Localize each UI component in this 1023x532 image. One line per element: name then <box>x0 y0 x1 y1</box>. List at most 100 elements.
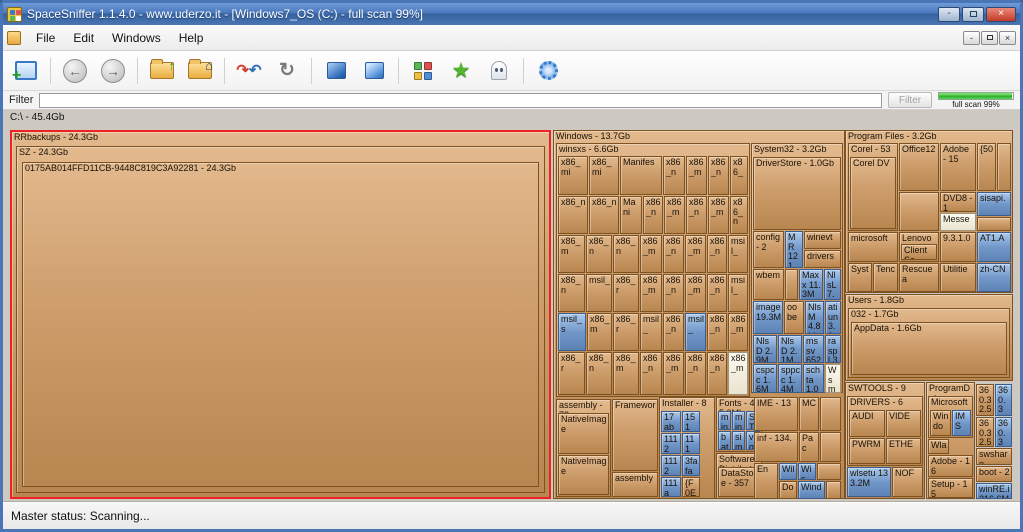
treemap-block[interactable]: MC <box>799 397 819 431</box>
treemap-block[interactable]: x86_m <box>685 274 706 312</box>
treemap-block[interactable]: x86_m <box>663 352 684 395</box>
treemap-block[interactable]: msil_s <box>558 313 586 351</box>
treemap-block[interactable]: x86_m <box>685 235 706 273</box>
treemap-block[interactable]: x86_r <box>613 313 639 351</box>
free-space-button[interactable] <box>319 55 353 87</box>
treemap-block[interactable]: Manifes <box>620 156 662 195</box>
treemap-block[interactable]: drivers <box>804 250 841 268</box>
forward-button[interactable]: → <box>96 55 130 87</box>
refresh-button[interactable]: ↻ <box>270 55 304 87</box>
treemap-block[interactable]: x86_m <box>664 196 685 234</box>
treemap-block[interactable]: x86_n <box>586 352 612 395</box>
treemap-block[interactable]: config - 2 <box>753 231 784 268</box>
treemap-block[interactable]: AUDI <box>849 410 885 437</box>
menu-item-windows[interactable]: Windows <box>103 28 170 48</box>
treemap-block[interactable]: VIDE <box>886 410 921 437</box>
treemap-block[interactable]: Wsm 4Kb <box>825 364 841 393</box>
treemap-block[interactable]: msil_ <box>586 274 612 312</box>
treemap-block[interactable]: Utilitie <box>940 263 976 292</box>
treemap-block[interactable]: Corel DV <box>850 157 896 229</box>
treemap-block[interactable]: AppData - 1.6Gb <box>851 322 1007 375</box>
treemap-block[interactable]: sisapi. <box>977 192 1011 216</box>
treemap-block[interactable]: x86_n <box>663 235 684 273</box>
mdi-minimize-button[interactable]: - <box>963 31 980 45</box>
treemap-block[interactable]: Windo <box>930 410 951 436</box>
treemap-block[interactable]: x86_n <box>613 235 639 273</box>
treemap-block[interactable]: x86_r <box>613 274 639 312</box>
treemap-block[interactable]: 0175AB014FFD11CB-9448C819C3A92281 - 24.3… <box>22 162 539 487</box>
treemap-block[interactable]: x86_ <box>730 156 748 195</box>
treemap-block[interactable]: 111a <box>661 477 681 497</box>
treemap-block[interactable]: x86_n <box>707 274 727 312</box>
treemap-block[interactable]: x86_m <box>640 235 662 273</box>
treemap-block[interactable]: x86_n <box>730 196 748 234</box>
treemap-block[interactable]: oobe <box>784 301 804 334</box>
mdi-restore-button[interactable] <box>981 31 998 45</box>
treemap-block[interactable]: bata <box>718 431 731 450</box>
treemap-block[interactable]: zh-CN <box>977 263 1011 292</box>
treemap-block[interactable]: 17ab <box>661 411 681 432</box>
treemap-block[interactable]: 1112 <box>661 455 681 476</box>
treemap-block[interactable]: NlsM 4.8M <box>805 301 824 334</box>
treemap-block[interactable]: msil_ <box>728 235 748 273</box>
treemap-block[interactable]: x86_m <box>640 274 662 312</box>
treemap-block[interactable]: Wis <box>798 463 816 480</box>
treemap-block[interactable] <box>826 481 841 499</box>
treemap-block[interactable]: 1112 <box>661 433 681 454</box>
close-button[interactable]: × <box>986 7 1016 22</box>
treemap-block[interactable]: MR 121 <box>785 231 803 268</box>
treemap-block[interactable]: 360.32.5 <box>976 417 994 447</box>
treemap-block[interactable]: NlsL 7.5M <box>824 269 841 300</box>
detail-button[interactable] <box>406 55 440 87</box>
minimize-button[interactable]: - <box>938 7 960 22</box>
treemap-block[interactable]: Rescue a <box>899 263 939 292</box>
treemap-block[interactable]: NOF <box>892 467 923 497</box>
treemap-block[interactable]: Wind <box>798 481 825 499</box>
treemap-block[interactable]: Messe <box>940 213 976 231</box>
treemap-block[interactable]: x86_n <box>586 235 612 273</box>
treemap-block[interactable]: Do <box>779 481 797 499</box>
menu-item-file[interactable]: File <box>27 28 64 48</box>
treemap-block[interactable] <box>977 217 1011 231</box>
treemap-block[interactable] <box>899 192 939 231</box>
treemap-block[interactable]: 151 <box>682 411 700 432</box>
treemap-block[interactable]: Wla <box>928 439 949 454</box>
treemap-block[interactable]: Office12 <box>899 143 939 191</box>
treemap-block[interactable]: schta 1.0M <box>803 364 824 393</box>
treemap-block[interactable]: Mani <box>620 196 642 234</box>
treemap-block[interactable]: microsoft <box>848 232 898 262</box>
treemap-block[interactable]: DriverStore - 1.0Gb <box>753 157 841 230</box>
treemap-block[interactable]: boot - 2 <box>976 466 1012 482</box>
treemap-block[interactable]: x86_n <box>643 196 663 234</box>
treemap-block[interactable]: En <box>754 463 778 499</box>
treemap-block[interactable]: x86_mi <box>589 156 619 195</box>
treemap-block[interactable]: x86_n <box>663 156 685 195</box>
treemap-block[interactable]: raspl 376K <box>825 335 841 363</box>
treemap-block[interactable]: Pac <box>799 432 819 462</box>
treemap-block[interactable]: x86_n <box>558 274 585 312</box>
treemap-block[interactable]: DVD8 - 1 <box>940 192 976 212</box>
treemap-block[interactable]: x86_r <box>558 352 585 395</box>
treemap-block[interactable]: 3fafa <box>682 455 700 476</box>
treemap-block[interactable]: atiun 3.9M <box>825 301 841 334</box>
treemap-block[interactable]: NativeImage <box>558 413 609 454</box>
treemap-block[interactable]: sppcc 1.4M <box>778 364 802 393</box>
treemap-block[interactable]: msil_ <box>640 313 662 351</box>
treemap-block[interactable]: 360.32.5 <box>995 384 1012 416</box>
treemap-block[interactable]: inf - 134. <box>754 432 798 462</box>
home-button[interactable]: ⌂ <box>183 55 217 87</box>
mdi-close-button[interactable]: × <box>999 31 1016 45</box>
menu-item-help[interactable]: Help <box>170 28 213 48</box>
treemap-block[interactable]: Setup - 15 <box>928 478 973 498</box>
maximize-button[interactable] <box>962 7 984 22</box>
treemap-block[interactable] <box>997 143 1011 191</box>
mdi-child-icon[interactable] <box>7 31 21 45</box>
treemap-block[interactable]: NativeImage <box>558 455 609 495</box>
treemap-block[interactable]: winevt <box>804 231 841 249</box>
star-button[interactable]: ★ <box>444 55 478 87</box>
treemap-block[interactable]: {F0E <box>682 477 700 497</box>
treemap-block[interactable]: x86_n <box>640 352 662 395</box>
treemap-block[interactable]: x86_mi <box>558 156 588 195</box>
settings-button[interactable] <box>531 55 565 87</box>
treemap-block[interactable]: min <box>732 411 745 430</box>
